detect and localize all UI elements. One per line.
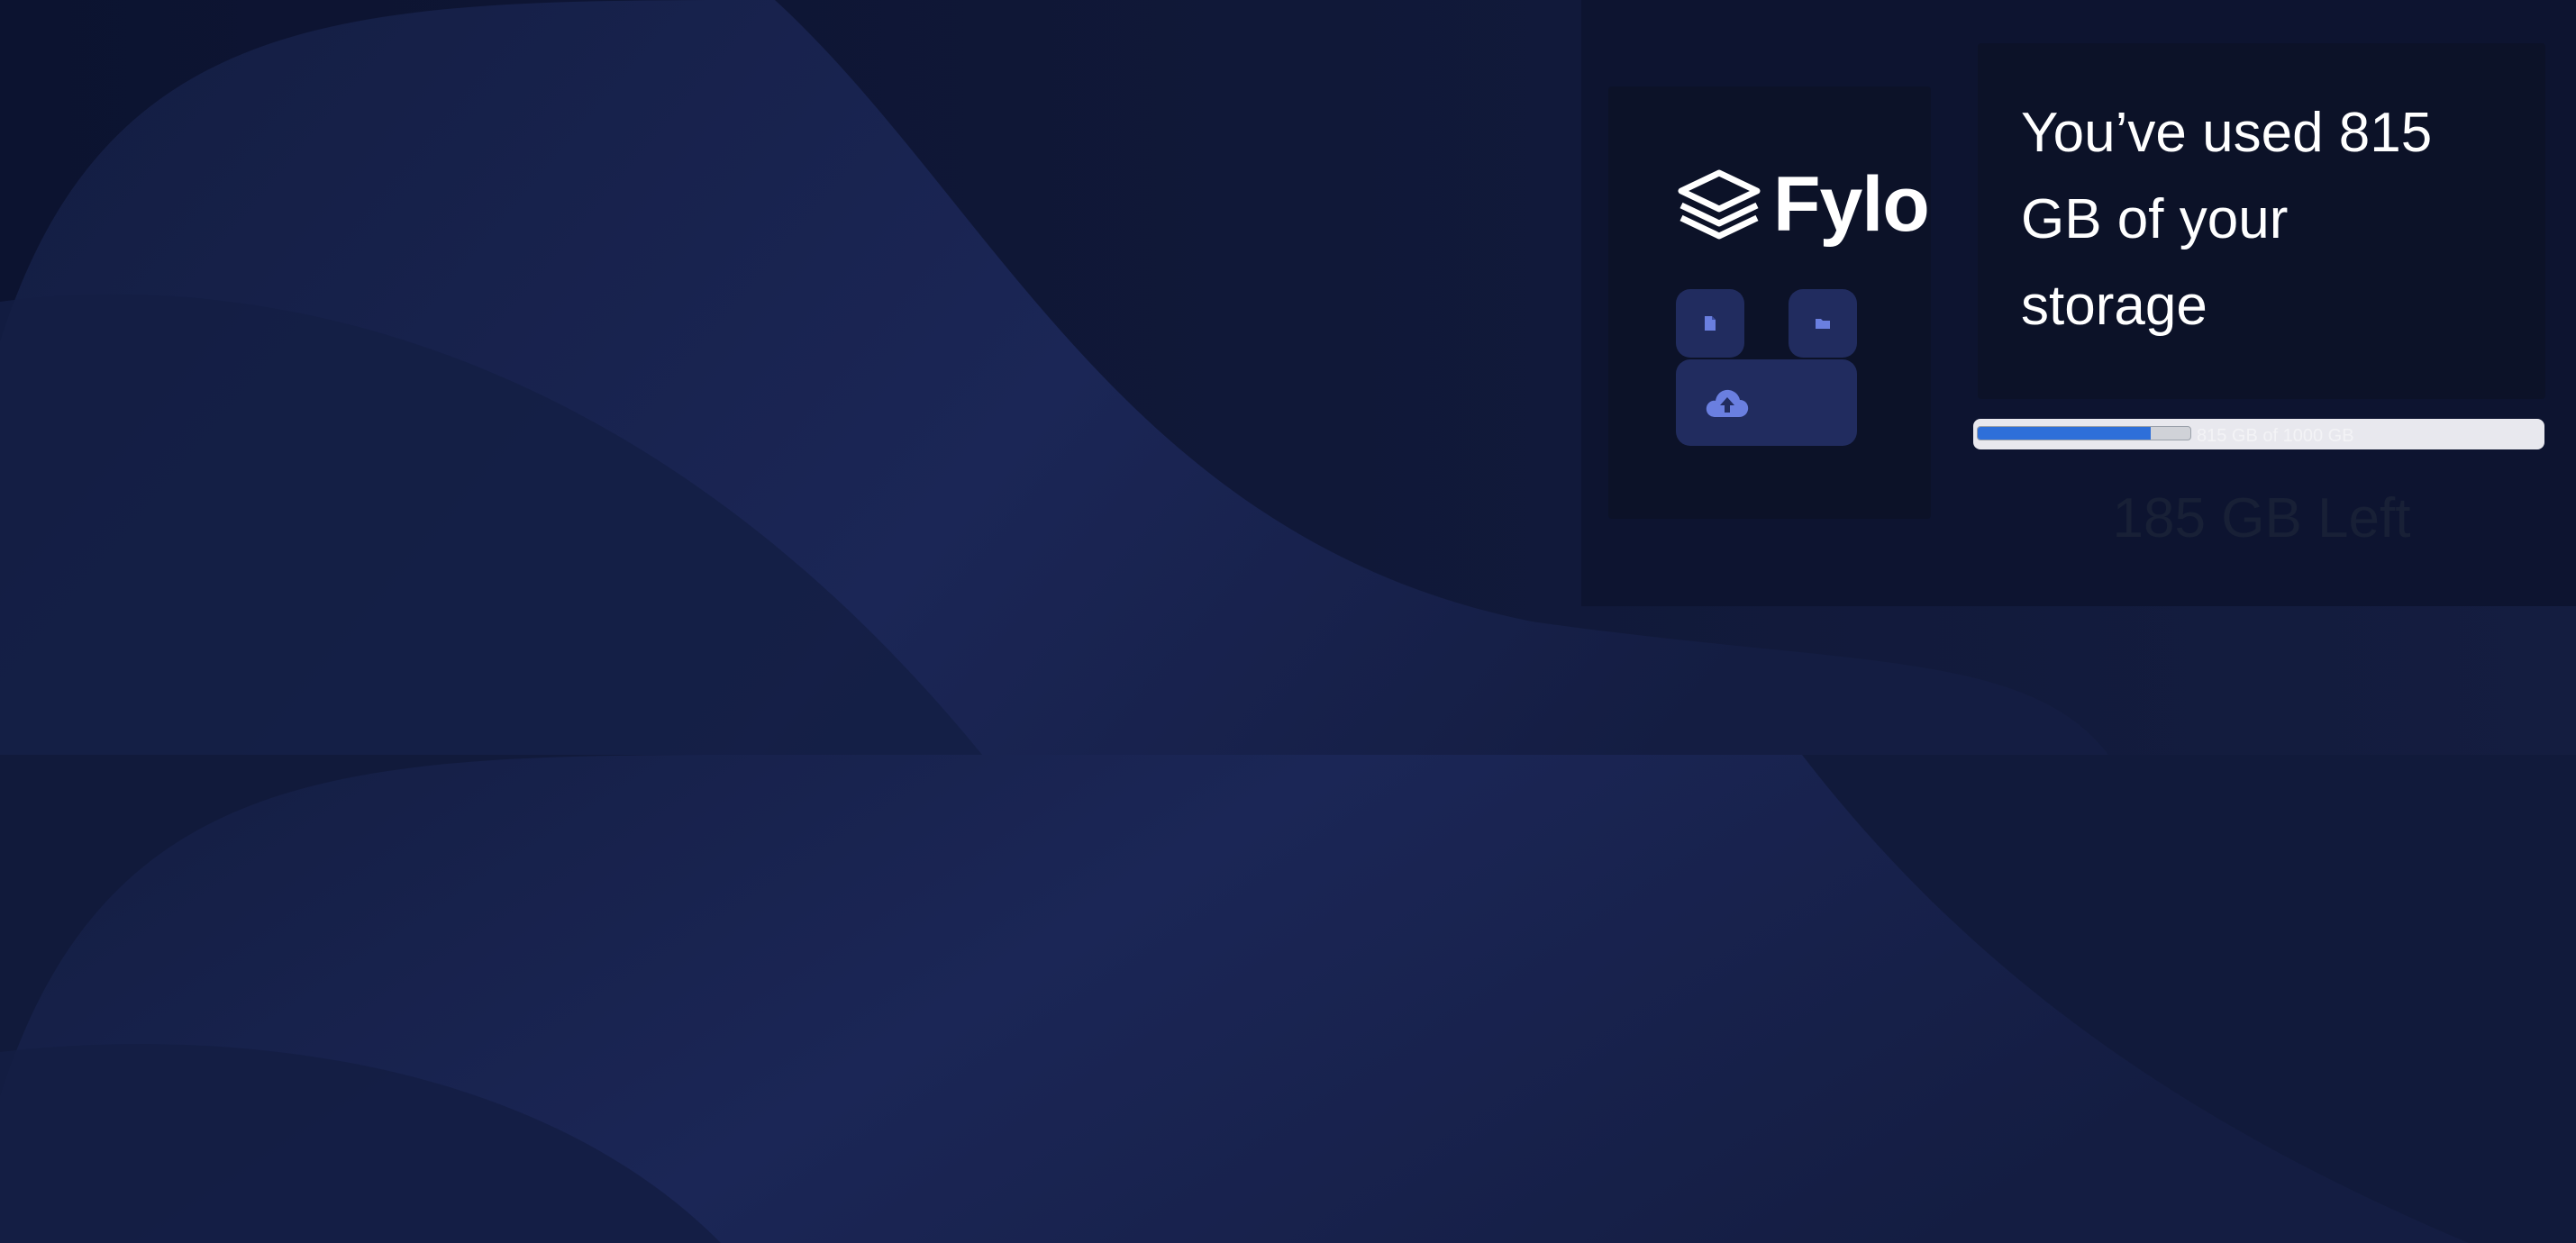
brand-logo: Fylo [1676, 161, 1930, 248]
storage-progress-bar: 815 GB of 1000 GB [1973, 419, 2544, 449]
upload-button[interactable] [1676, 359, 1857, 446]
progress-caption: 815 GB of 1000 GB [2197, 426, 2354, 446]
stacked-layers-icon [1678, 169, 1761, 240]
cloud-upload-icon [1706, 389, 1749, 417]
progress-track [1977, 426, 2191, 440]
storage-card: You’ve used 815 GB of your storage [1978, 43, 2545, 399]
storage-remaining-text: 185 GB Left [2112, 487, 2411, 549]
document-icon [1705, 316, 1716, 331]
wave-illustration-bottom [0, 755, 2576, 1243]
storage-usage-text: You’ve used 815 GB of your storage [2021, 102, 2433, 337]
brand-name: Fylo [1773, 161, 1930, 248]
document-button[interactable] [1676, 289, 1744, 358]
logo-card: Fylo [1608, 86, 1931, 519]
progress-fill [1978, 427, 2152, 440]
background-waves-bottom [0, 755, 2576, 1243]
folder-button[interactable] [1789, 289, 1857, 358]
folder-icon [1816, 319, 1830, 329]
